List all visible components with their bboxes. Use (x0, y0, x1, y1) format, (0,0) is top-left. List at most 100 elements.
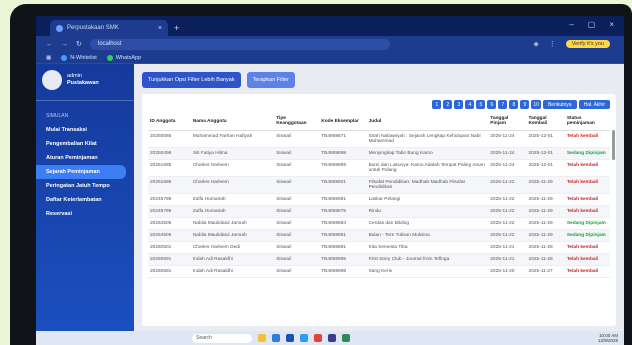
table-row[interactable]: 20254505 Nabila Maulidatul Jannah Siswa/i T… (148, 229, 610, 242)
more-filter-button[interactable]: Tunjukkan Opsi Filter Lebih Banyak (142, 72, 241, 88)
sidebar-item-aturan-peminjaman[interactable]: Aturan Peminjaman (36, 151, 134, 165)
table-cell: 20254505 (148, 217, 191, 230)
page-3-button[interactable]: 3 (454, 100, 464, 109)
column-header[interactable]: Judul (366, 114, 489, 131)
page-8-button[interactable]: 8 (509, 100, 519, 109)
table-cell: Zulfa Humairah (190, 205, 275, 218)
address-bar[interactable]: localhost (89, 38, 390, 50)
table-cell: Siswa/i (274, 265, 320, 278)
sidebar-item-mulai-transaksi[interactable]: Mulai Transaksi (36, 123, 134, 137)
sidebar: admin Pustakawan SIMULAN Mulai Transaksi… (36, 64, 134, 331)
taskbar-search[interactable]: Search (192, 333, 252, 343)
maximize-icon[interactable]: ▢ (588, 20, 596, 29)
chrome-icon[interactable] (314, 334, 322, 342)
column-header[interactable]: Tanggal Pinjam (488, 114, 527, 131)
column-header[interactable]: Kode Eksemplar (319, 114, 367, 131)
page-4-button[interactable]: 4 (465, 100, 475, 109)
new-tab-icon[interactable]: + (174, 23, 179, 33)
table-cell: 2025-11-29 (526, 229, 565, 242)
extension-icon[interactable]: ◈ (533, 40, 538, 48)
screen: Perpustakaan SMK × + – ▢ × ← → ↻ localho… (36, 16, 624, 345)
minimize-icon[interactable]: – (569, 20, 573, 29)
table-cell: Siswa/i (274, 241, 320, 254)
system-tray[interactable]: 10:00 AM 12/9/2025 (598, 333, 618, 344)
apps-icon[interactable]: ▦ (46, 55, 51, 61)
sidebar-item-peringatan-jatuh-tempo[interactable]: Peringatan Jatuh Tempo (36, 179, 134, 193)
table-row[interactable]: 20250591 Indah Adi Rasaldhi Siswa/i TB49599… (148, 253, 610, 266)
status-badge: Sedang Dipinjam (564, 147, 610, 160)
column-header[interactable]: Nama Anggota (190, 114, 275, 131)
page-2-button[interactable]: 2 (443, 100, 453, 109)
table-cell: Siswa/i (274, 193, 320, 206)
browser-icon[interactable] (272, 334, 280, 342)
table-cell: 2025-12-01 (526, 147, 565, 160)
page-10-button[interactable]: 10 (531, 100, 541, 109)
sidebar-item-reservasi[interactable]: Reservasi (36, 207, 134, 221)
table-cell: 2025-11-22 (488, 193, 527, 206)
library-app: admin Pustakawan SIMULAN Mulai Transaksi… (36, 64, 624, 331)
url-text: localhost (97, 41, 122, 47)
table-cell: 2025-11-29 (526, 205, 565, 218)
window-controls: – ▢ × (569, 20, 614, 29)
table-cell: 2025-12-01 (526, 159, 565, 177)
page-9-button[interactable]: 9 (520, 100, 530, 109)
close-tab-icon[interactable]: × (158, 25, 162, 32)
menu-section-title: SIMULAN (46, 113, 69, 119)
table-row[interactable]: 20251586 Charles Harleem Siswa/i TB4959901 F… (148, 176, 610, 194)
table-cell: TB4959901 (319, 176, 367, 194)
file-explorer-icon[interactable] (258, 334, 266, 342)
app-icon[interactable] (342, 334, 350, 342)
column-header[interactable]: Tipe Keanggotaan (274, 114, 320, 131)
table-cell: 2025-11-22 (488, 217, 527, 230)
browser-tab[interactable]: Perpustakaan SMK × (50, 20, 168, 36)
table-cell: TB4959981 (319, 193, 367, 206)
last-page-button[interactable]: Hal. Akhir (578, 100, 610, 109)
pagination: 1 2 3 4 5 6 7 8 9 10 Berikutnya Hal. Akhir (148, 100, 610, 109)
back-icon[interactable]: ← (46, 41, 53, 48)
page-7-button[interactable]: 7 (498, 100, 508, 109)
next-page-button[interactable]: Berikutnya (542, 100, 577, 109)
close-window-icon[interactable]: × (609, 20, 614, 29)
table-cell: 20250591 (148, 265, 191, 278)
menu-dots-icon[interactable]: ⋮ (549, 40, 556, 48)
column-header[interactable]: Status peminjaman (564, 114, 610, 131)
table-cell: Siswa/i (274, 176, 320, 194)
status-badge: Telah kembali (564, 130, 610, 148)
bookmark-whatsapp[interactable]: WhatsApp (106, 54, 141, 61)
status-badge: Telah kembali (564, 193, 610, 206)
scrollbar[interactable] (612, 130, 615, 160)
table-cell: 2025-12-01 (526, 130, 565, 148)
column-header[interactable]: ID Anggota (148, 114, 191, 131)
apply-filter-button[interactable]: Terapkan Filter (246, 72, 296, 88)
store-icon[interactable] (286, 334, 294, 342)
table-cell: TB4959881 (319, 229, 367, 242)
table-row[interactable]: 20245789 Zulfa Humairah Siswa/i TB4959875 Ri… (148, 205, 610, 218)
table-row[interactable]: 20250501 Charles Harleem Dedi Siswa/i TB495… (148, 241, 610, 254)
table-row[interactable]: 20250085 Muhammad Farhan Hafiyah Siswa/i TB… (148, 130, 610, 148)
reload-icon[interactable]: ↻ (76, 40, 82, 48)
table-row[interactable]: 20245789 Zulfa Humairah Siswa/i TB4959981 La… (148, 193, 610, 206)
sidebar-item-daftar-keterlambatan[interactable]: Daftar Keterlambatan (36, 193, 134, 207)
table-row[interactable]: 20251585 Charles Harleem Siswa/i TB4959899 B… (148, 159, 610, 177)
bookmark-nwhitelist[interactable]: N-Whitelist (61, 54, 97, 61)
table-row[interactable]: 20254505 Nabila Maulidatul Jannah Siswa/i T… (148, 217, 610, 230)
table-cell: 2025-11-24 (488, 130, 527, 148)
profile-button[interactable]: Verify it's you (565, 40, 610, 48)
page-1-button[interactable]: 1 (432, 100, 442, 109)
extensions-area: ◈ ⋮ Verify it's you (533, 40, 624, 48)
app-icon[interactable] (328, 334, 336, 342)
column-header[interactable]: Tanggal Kembali (526, 114, 565, 131)
table-cell: Nabila Maulidatul Jannah (190, 217, 275, 230)
table-cell: TB4959871 (319, 130, 367, 148)
page-6-button[interactable]: 6 (487, 100, 497, 109)
forward-icon[interactable]: → (61, 41, 68, 48)
page-5-button[interactable]: 5 (476, 100, 486, 109)
sidebar-item-pengembalian-kilat[interactable]: Pengembalian Kilat (36, 137, 134, 151)
table-row[interactable]: 20250496 Siti Fatiya Hilma Siswa/i TB495989… (148, 147, 610, 160)
table-cell: 20245789 (148, 205, 191, 218)
mail-icon[interactable] (300, 334, 308, 342)
table-cell: 2025-11-22 (488, 176, 527, 194)
table-cell: Siswa/i (274, 159, 320, 177)
table-row[interactable]: 20250591 Indah Adi Rasaldhi Siswa/i TB49598… (148, 265, 610, 278)
sidebar-item-sejarah-peminjaman[interactable]: Sejarah Peminjaman (36, 165, 126, 179)
